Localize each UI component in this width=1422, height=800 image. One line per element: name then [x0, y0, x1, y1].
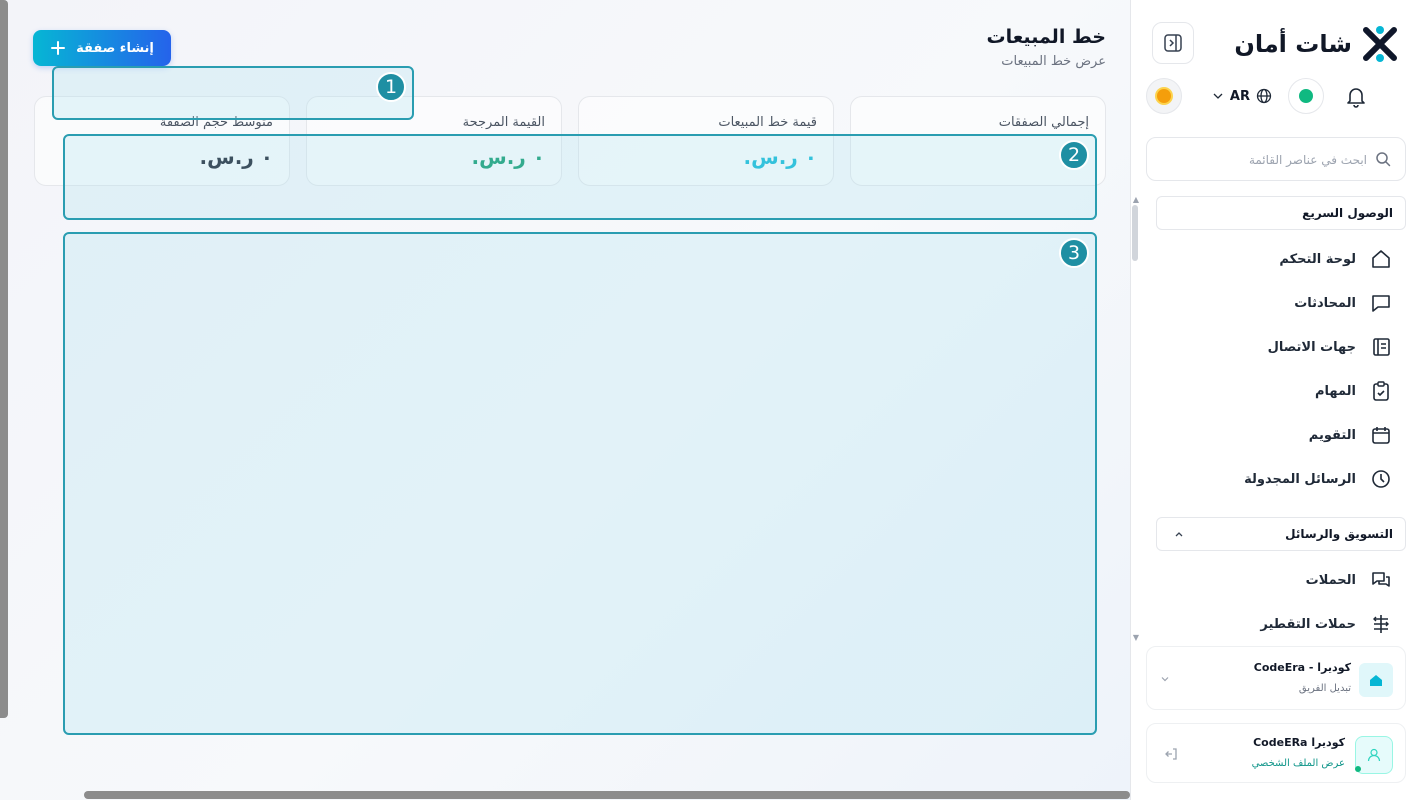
app-name: شات أمان: [1234, 30, 1352, 58]
clock-icon: [1372, 470, 1390, 488]
page-title: خط المبيعات: [986, 26, 1106, 48]
sidebar-item-contacts[interactable]: جهات الاتصال: [1162, 332, 1392, 362]
tasks-icon: [1373, 381, 1389, 401]
quick-access-label: الوصول السريع: [1302, 206, 1393, 220]
sidebar-item-calendar[interactable]: التقويم: [1162, 420, 1392, 450]
online-status-dot: [1299, 89, 1313, 103]
sidebar-item-label: المحادثات: [1294, 295, 1356, 311]
team-switcher[interactable]: كوديرا - CodeEra تبديل الفريق: [1146, 646, 1406, 710]
sidebar-item-campaigns[interactable]: الحملات: [1162, 565, 1392, 595]
plus-icon: [51, 41, 66, 55]
sidebar-item-label: التقويم: [1308, 427, 1356, 443]
bell-icon[interactable]: [1344, 84, 1368, 108]
sidebar-item-label: الحملات: [1305, 572, 1356, 588]
annotation-badge-1: 1: [376, 72, 406, 102]
create-deal-button[interactable]: إنشاء صفقة: [33, 30, 171, 66]
sidebar-collapse-icon: [1164, 34, 1182, 52]
drip-icon: [1373, 615, 1389, 633]
marketing-section-label: التسويق والرسائل: [1285, 527, 1393, 541]
contacts-icon: [1373, 338, 1390, 356]
page-subtitle: عرض خط المبيعات: [1001, 54, 1106, 69]
profile-name: كوديرا CodeERa: [1253, 736, 1345, 749]
scroll-up-arrow[interactable]: ▲: [1133, 195, 1139, 204]
annotation-box-1: [52, 66, 414, 120]
logo-row: شات أمان: [1152, 22, 1400, 66]
profile-card[interactable]: كوديرا CodeERa عرض الملف الشخصي: [1146, 723, 1406, 783]
language-selector[interactable]: AR: [1212, 85, 1272, 107]
sidebar-item-conversations[interactable]: المحادثات: [1162, 288, 1392, 318]
annotation-box-3: [63, 232, 1097, 735]
sidebar-item-tasks[interactable]: المهام: [1162, 376, 1392, 406]
annotation-badge-3: 3: [1059, 238, 1089, 268]
user-icon: [1367, 748, 1381, 762]
home-icon: [1372, 250, 1390, 268]
team-name: كوديرا - CodeEra: [1253, 661, 1351, 674]
stat-label: قيمة خط المبيعات: [718, 115, 817, 130]
sun-icon: [1157, 89, 1171, 103]
logo-icon: [1363, 26, 1397, 62]
header-controls: AR: [1146, 78, 1368, 114]
sidebar-item-dashboard[interactable]: لوحة التحكم: [1162, 244, 1392, 274]
quick-access-header: الوصول السريع: [1156, 196, 1406, 230]
main-content: خط المبيعات عرض خط المبيعات إنشاء صفقة إ…: [0, 0, 1130, 800]
language-code: AR: [1229, 88, 1250, 104]
sidebar-item-label: المهام: [1314, 383, 1356, 399]
sidebar-item-label: حملات التقطير: [1260, 616, 1356, 632]
campaigns-icon: [1372, 572, 1390, 587]
stat-label: إجمالي الصفقات: [998, 115, 1089, 130]
theme-toggle[interactable]: [1146, 78, 1182, 114]
vertical-scrollbar[interactable]: [0, 0, 8, 718]
status-toggle[interactable]: [1288, 78, 1324, 114]
view-profile-link[interactable]: عرض الملف الشخصي: [1252, 758, 1345, 769]
team-switch-label: تبديل الفريق: [1298, 683, 1351, 694]
sidebar-item-label: الرسائل المجدولة: [1244, 471, 1356, 487]
sidebar-scrollbar[interactable]: [1132, 205, 1138, 261]
annotation-box-2: [63, 134, 1097, 220]
chevron-up-icon: [1175, 532, 1183, 537]
building-icon: [1370, 675, 1382, 686]
stat-label: القيمة المرجحة: [462, 115, 545, 130]
online-indicator: [1355, 766, 1361, 772]
calendar-icon: [1372, 427, 1390, 444]
annotation-badge-2: 2: [1059, 140, 1089, 170]
sidebar-item-label: لوحة التحكم: [1279, 251, 1356, 267]
sidebar-item-label: جهات الاتصال: [1267, 339, 1356, 355]
globe-icon: [1256, 88, 1272, 104]
chevron-down-icon: [1213, 93, 1223, 99]
chevron-down-icon: [1161, 677, 1169, 682]
sidebar: شات أمان AR ابحث في عناصر القائمة الوصول…: [1130, 0, 1422, 800]
horizontal-scrollbar[interactable]: [84, 791, 1130, 799]
marketing-section-header[interactable]: التسويق والرسائل: [1156, 517, 1406, 551]
chat-icon: [1372, 295, 1390, 312]
collapse-sidebar-button[interactable]: [1152, 22, 1194, 64]
sidebar-item-drip-campaigns[interactable]: حملات التقطير: [1162, 609, 1392, 639]
search-icon: [1376, 152, 1391, 167]
team-avatar: [1359, 663, 1393, 697]
sidebar-item-scheduled-messages[interactable]: الرسائل المجدولة: [1162, 464, 1392, 494]
create-deal-label: إنشاء صفقة: [76, 40, 154, 56]
logout-icon[interactable]: [1163, 746, 1179, 762]
scroll-down-arrow[interactable]: ▼: [1133, 633, 1139, 642]
search-input[interactable]: [1167, 148, 1367, 172]
sidebar-search: [1146, 137, 1406, 181]
